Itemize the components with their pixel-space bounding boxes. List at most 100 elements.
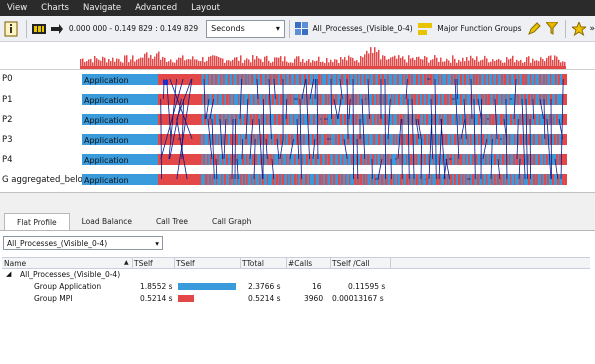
mpi-segment bbox=[465, 94, 467, 105]
process-filter-button[interactable] bbox=[294, 19, 310, 39]
overview-bar bbox=[320, 62, 322, 66]
time-range-readout: 0.000 000 - 0.149 829 : 0.149 829 bbox=[69, 24, 198, 33]
overview-bar bbox=[150, 55, 152, 66]
filmstrip-button[interactable] bbox=[31, 19, 49, 39]
tab-load-balance[interactable]: Load Balance bbox=[70, 213, 144, 230]
mpi-segment bbox=[406, 134, 408, 145]
mpi-segment bbox=[424, 134, 426, 145]
menu-view[interactable]: View bbox=[0, 3, 34, 13]
column-tself[interactable]: TSelf bbox=[134, 259, 153, 268]
tab-call-graph[interactable]: Call Graph bbox=[200, 213, 263, 230]
row-tself-per-call: 0.00013167 s bbox=[332, 294, 384, 303]
mpi-segment bbox=[289, 74, 291, 85]
overview-bar bbox=[462, 58, 464, 66]
filter-button[interactable] bbox=[543, 19, 561, 39]
overview-bar bbox=[282, 61, 284, 66]
collapse-icon[interactable]: ◢ bbox=[6, 270, 11, 278]
overview-bar bbox=[106, 62, 108, 66]
mpi-segment bbox=[559, 154, 561, 165]
column-tself-per-call[interactable]: TSelf /Call bbox=[332, 259, 370, 268]
menu-layout[interactable]: Layout bbox=[184, 3, 227, 13]
master-timeline[interactable]: P0 P1 P2 P3 P4 G aggregated_below Applic… bbox=[0, 70, 595, 192]
mpi-segment bbox=[424, 74, 426, 85]
mpi-segment bbox=[441, 74, 442, 85]
message-line bbox=[385, 79, 386, 179]
mpi-segment bbox=[355, 114, 357, 125]
mpi-segment bbox=[253, 94, 254, 105]
column-calls[interactable]: #Calls bbox=[288, 259, 312, 268]
mpi-segment bbox=[224, 174, 226, 185]
process-select[interactable]: All_Processes_(Visible_0-4) ▾ bbox=[3, 236, 163, 250]
function-groups-label[interactable]: Major Function Groups bbox=[437, 24, 521, 33]
mpi-segment bbox=[359, 94, 360, 105]
tab-flat-profile[interactable]: Flat Profile bbox=[4, 213, 70, 230]
tab-call-tree[interactable]: Call Tree bbox=[144, 213, 200, 230]
table-row[interactable]: Group MPI 0.5214 s 0.5214 s 3960 0.00013… bbox=[2, 293, 590, 305]
overview-bar bbox=[154, 57, 156, 66]
function-groups-button[interactable] bbox=[417, 19, 435, 39]
overview-bar bbox=[220, 58, 222, 66]
mpi-segment bbox=[488, 74, 489, 85]
mpi-segment bbox=[496, 94, 498, 105]
mpi-segment bbox=[368, 134, 369, 145]
overview-bar bbox=[228, 60, 230, 66]
mpi-segment bbox=[392, 114, 393, 125]
toolbar-overflow-icon[interactable]: » bbox=[589, 24, 595, 34]
mpi-segment bbox=[469, 114, 471, 125]
row-calls: 16 bbox=[312, 282, 322, 291]
overview-bar bbox=[422, 59, 424, 66]
mpi-segment bbox=[265, 74, 267, 85]
column-tself-bar[interactable]: TSelf bbox=[176, 259, 195, 268]
info-button[interactable] bbox=[0, 19, 22, 39]
overview-bar bbox=[532, 59, 534, 66]
zoom-forward-button[interactable] bbox=[48, 19, 66, 39]
overview-bar bbox=[160, 60, 162, 66]
mpi-segment bbox=[253, 114, 255, 125]
favorites-button[interactable] bbox=[570, 19, 588, 39]
mpi-segment bbox=[445, 134, 447, 145]
mpi-segment bbox=[376, 94, 377, 105]
overview-bar bbox=[118, 59, 120, 66]
chevron-down-icon: ▾ bbox=[155, 239, 159, 248]
mpi-segment bbox=[228, 74, 229, 85]
overview-bar bbox=[474, 60, 476, 66]
mpi-segment bbox=[377, 114, 379, 125]
mpi-segment bbox=[266, 114, 267, 125]
mpi-segment bbox=[479, 74, 481, 85]
mpi-segment bbox=[439, 114, 441, 125]
overview-bar bbox=[152, 59, 154, 66]
mpi-segment bbox=[547, 174, 549, 185]
mpi-segment bbox=[351, 94, 353, 105]
mpi-segment bbox=[238, 94, 239, 105]
overview-bar bbox=[446, 59, 448, 66]
mpi-segment bbox=[372, 94, 374, 105]
column-ttotal[interactable]: TTotal bbox=[242, 259, 264, 268]
menu-navigate[interactable]: Navigate bbox=[76, 3, 128, 13]
column-name[interactable]: Name bbox=[4, 259, 26, 268]
overview-bar bbox=[494, 61, 496, 66]
mpi-segment bbox=[450, 134, 451, 145]
mpi-segment bbox=[349, 74, 350, 85]
units-select[interactable]: Seconds ▾ bbox=[206, 20, 285, 38]
overview-bar bbox=[542, 59, 544, 66]
menu-charts[interactable]: Charts bbox=[34, 3, 76, 13]
table-row[interactable]: Group Application 1.8552 s 2.3766 s 16 0… bbox=[2, 281, 590, 293]
mpi-segment bbox=[370, 114, 372, 125]
mpi-segment bbox=[321, 74, 322, 85]
overview-bar bbox=[544, 61, 546, 66]
mpi-segment bbox=[411, 74, 413, 85]
mpi-segment bbox=[226, 94, 228, 105]
mpi-segment bbox=[333, 174, 335, 185]
mpi-segment bbox=[378, 74, 380, 85]
menu-advanced[interactable]: Advanced bbox=[128, 3, 184, 13]
process-group-label[interactable]: All_Processes_(Visible_0-4) bbox=[313, 24, 413, 33]
mpi-segment bbox=[338, 154, 340, 165]
mpi-segment bbox=[272, 94, 274, 105]
mpi-segment bbox=[348, 94, 350, 105]
highlight-button[interactable] bbox=[526, 19, 544, 39]
timeline-overview[interactable] bbox=[0, 42, 595, 70]
table-row-group-root[interactable]: ◢ All_Processes_(Visible_0-4) bbox=[2, 269, 590, 281]
overview-bar bbox=[260, 59, 262, 66]
mpi-segment bbox=[200, 94, 202, 105]
overview-bar bbox=[402, 56, 404, 66]
